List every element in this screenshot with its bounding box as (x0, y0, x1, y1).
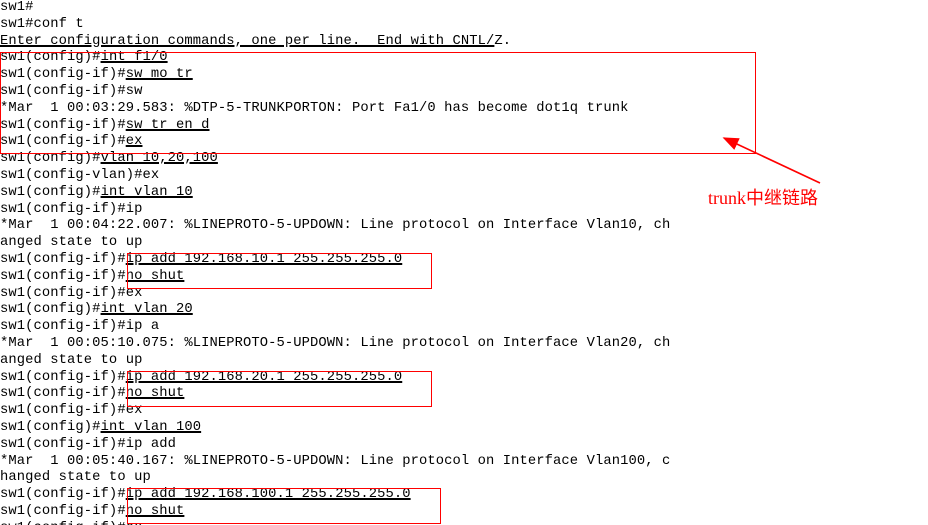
terminal-line: sw1(config)#vlan 10,20,100 (0, 151, 670, 168)
terminal-line: sw1(config)#int vlan 20 (0, 302, 670, 319)
terminal-line: sw1(config-if)#ex (0, 403, 670, 420)
terminal-line: sw1(config-if)#ip add (0, 437, 670, 454)
terminal-line: anged state to up (0, 353, 670, 370)
terminal-line: *Mar 1 00:05:40.167: %LINEPROTO-5-UPDOWN… (0, 454, 670, 471)
terminal-line: *Mar 1 00:03:29.583: %DTP-5-TRUNKPORTON:… (0, 101, 670, 118)
terminal-line: sw1(config)#int vlan 100 (0, 420, 670, 437)
terminal-line: sw1(config-if)#no shut (0, 504, 670, 521)
terminal-line: sw1(config-if)#no shut (0, 386, 670, 403)
terminal-line: sw1(config-if)#ex (0, 521, 670, 525)
terminal-line: sw1(config-if)#no shut (0, 269, 670, 286)
terminal-line: sw1(config-if)#ip (0, 202, 670, 219)
terminal-line: sw1(config-vlan)#ex (0, 168, 670, 185)
terminal-line: sw1#conf t (0, 17, 670, 34)
terminal-line: sw1(config-if)#sw mo tr (0, 67, 670, 84)
terminal-line: Enter configuration commands, one per li… (0, 34, 670, 51)
terminal-line: sw1(config-if)#ip add 192.168.100.1 255.… (0, 487, 670, 504)
terminal-line: sw1# (0, 0, 670, 17)
terminal-line: anged state to up (0, 235, 670, 252)
terminal-line: sw1(config-if)#ex (0, 286, 670, 303)
terminal-line: sw1(config-if)#sw tr en d (0, 118, 670, 135)
terminal-line: *Mar 1 00:04:22.007: %LINEPROTO-5-UPDOWN… (0, 218, 670, 235)
terminal-line: *Mar 1 00:05:10.075: %LINEPROTO-5-UPDOWN… (0, 336, 670, 353)
terminal-line: sw1(config-if)#ip add 192.168.20.1 255.2… (0, 370, 670, 387)
terminal-line: hanged state to up (0, 470, 670, 487)
terminal-output: sw1#sw1#conf tEnter configuration comman… (0, 0, 670, 525)
terminal-line: sw1(config-if)#ip add 192.168.10.1 255.2… (0, 252, 670, 269)
terminal-line: sw1(config)#int f1/0 (0, 50, 670, 67)
terminal-line: sw1(config)#int vlan 10 (0, 185, 670, 202)
terminal-line: sw1(config-if)#ex (0, 134, 670, 151)
terminal-line: sw1(config-if)#ip a (0, 319, 670, 336)
arrow-line (724, 138, 820, 183)
annotation-trunk-label: trunk中继链路 (708, 190, 818, 207)
terminal-line: sw1(config-if)#sw (0, 84, 670, 101)
